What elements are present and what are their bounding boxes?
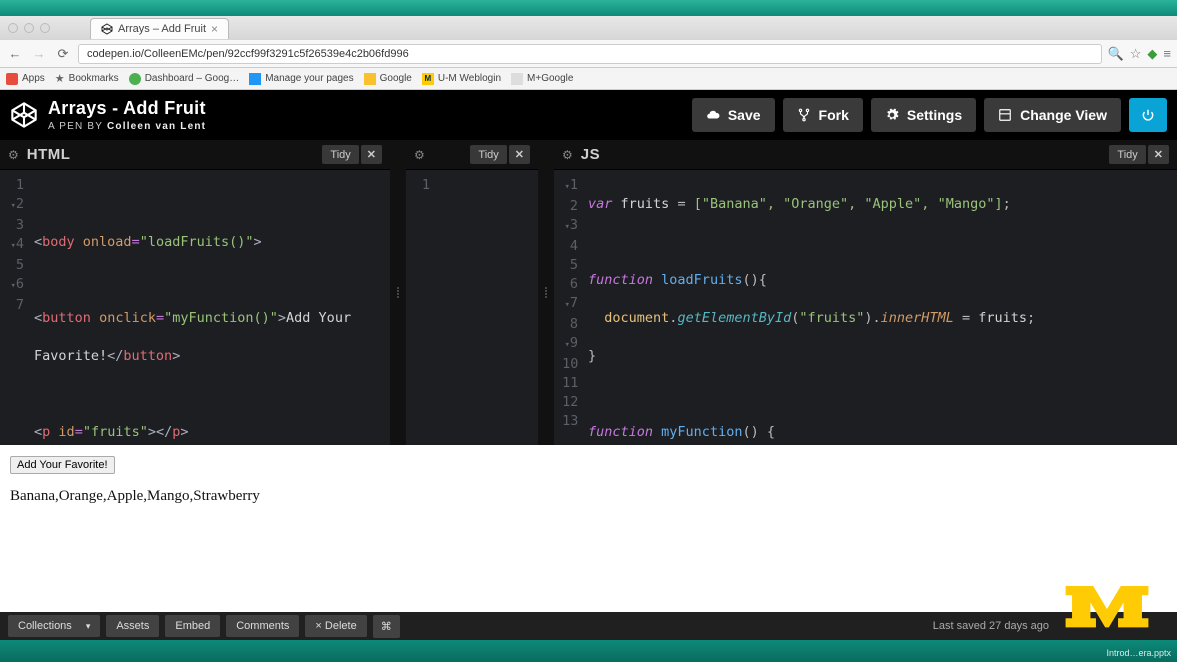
browser-tab[interactable]: Arrays – Add Fruit ×	[90, 18, 229, 39]
embed-button[interactable]: Embed	[165, 615, 220, 637]
assets-button[interactable]: Assets	[106, 615, 159, 637]
reload-button[interactable]: ⟳	[54, 45, 72, 63]
pane-close-button[interactable]: ✕	[361, 145, 382, 164]
tab-title: Arrays – Add Fruit	[118, 23, 206, 35]
pen-title: Arrays - Add Fruit	[48, 98, 206, 119]
add-favorite-button[interactable]: Add Your Favorite!	[10, 456, 115, 474]
profile-button[interactable]	[1129, 98, 1167, 132]
pane-settings-icon[interactable]: ⚙	[562, 148, 573, 162]
back-button[interactable]: ←	[6, 45, 24, 63]
js-editor-pane: ⚙ JS Tidy ✕ ▾1 2 ▾3 4 5 6 ▾7 8 ▾9 10 11 …	[554, 140, 1177, 445]
pane-settings-icon[interactable]: ⚙	[414, 148, 425, 162]
tidy-button[interactable]: Tidy	[322, 145, 358, 164]
delete-button[interactable]: × Delete	[305, 615, 366, 637]
taskbar-file-hint: Introd…era.pptx	[1106, 648, 1171, 658]
codepen-favicon-icon	[101, 23, 113, 35]
codepen-header: Arrays - Add Fruit A PEN BY Colleen van …	[0, 90, 1177, 140]
address-bar[interactable]: codepen.io/ColleenEMc/pen/92ccf99f3291c5…	[78, 44, 1102, 64]
tab-close-icon[interactable]: ×	[211, 22, 218, 36]
codepen-logo-icon[interactable]	[10, 101, 38, 129]
pane-settings-icon[interactable]: ⚙	[8, 148, 19, 162]
pane-close-button[interactable]: ✕	[1148, 145, 1169, 164]
michigan-logo-icon	[1061, 574, 1153, 644]
bookmark-item[interactable]: Dashboard – Goog…	[129, 73, 240, 85]
keyboard-shortcuts-button[interactable]: ⌘	[373, 615, 400, 638]
html-editor-pane: ⚙ HTML Tidy ✕ 1 ▾2 3 ▾4 5 ▾6 7 <body onl…	[0, 140, 390, 445]
gear-icon	[885, 108, 899, 122]
css-editor-pane: ⚙ Tidy ✕ 1	[406, 140, 538, 445]
window-controls[interactable]	[8, 23, 50, 33]
bookmark-item[interactable]: ★Bookmarks	[55, 72, 119, 85]
tidy-button[interactable]: Tidy	[1109, 145, 1145, 164]
pane-close-button[interactable]: ✕	[509, 145, 530, 164]
settings-button[interactable]: Settings	[871, 98, 976, 132]
apps-button[interactable]: Apps	[6, 73, 45, 85]
bookmark-item[interactable]: Google	[364, 73, 412, 85]
css-code-editor[interactable]: 1	[406, 170, 538, 445]
save-status: Last saved 27 days ago	[933, 620, 1049, 632]
change-view-button[interactable]: Change View	[984, 98, 1121, 132]
power-icon	[1141, 108, 1155, 122]
html-code-editor[interactable]: 1 ▾2 3 ▾4 5 ▾6 7 <body onload="loadFruit…	[0, 170, 390, 445]
pane-resizer[interactable]	[390, 140, 406, 445]
collections-button[interactable]: Collections▾	[8, 615, 100, 637]
bookmark-item[interactable]: MU-M Weblogin	[422, 73, 501, 85]
pen-byline: A PEN BY Colleen van Lent	[48, 121, 206, 132]
search-icon[interactable]: 🔍	[1108, 46, 1124, 62]
menu-icon[interactable]: ≡	[1163, 46, 1171, 61]
tidy-button[interactable]: Tidy	[470, 145, 506, 164]
fork-button[interactable]: Fork	[783, 98, 863, 132]
browser-tab-bar: Arrays – Add Fruit ×	[0, 16, 1177, 40]
bookmark-item[interactable]: M+Google	[511, 73, 573, 85]
codepen-footer: Collections▾ Assets Embed Comments × Del…	[0, 612, 1177, 640]
save-button[interactable]: Save	[692, 98, 775, 132]
pane-resizer[interactable]	[538, 140, 554, 445]
forward-button[interactable]: →	[30, 45, 48, 63]
bookmark-bar: Apps ★Bookmarks Dashboard – Goog… Manage…	[0, 68, 1177, 90]
pane-label-js: JS	[581, 146, 600, 163]
layout-icon	[998, 108, 1012, 122]
fork-icon	[797, 108, 811, 122]
bookmark-item[interactable]: Manage your pages	[249, 73, 353, 85]
cloud-icon	[706, 108, 720, 122]
extension-icon[interactable]: ◆	[1147, 46, 1157, 62]
comments-button[interactable]: Comments	[226, 615, 299, 637]
js-code-editor[interactable]: ▾1 2 ▾3 4 5 6 ▾7 8 ▾9 10 11 12 13 var fr…	[554, 170, 1177, 445]
pane-label-html: HTML	[27, 146, 71, 163]
fruits-output: Banana,Orange,Apple,Mango,Strawberry	[10, 488, 1167, 505]
star-icon[interactable]: ☆	[1130, 46, 1142, 62]
output-preview: Add Your Favorite! Banana,Orange,Apple,M…	[0, 445, 1177, 623]
